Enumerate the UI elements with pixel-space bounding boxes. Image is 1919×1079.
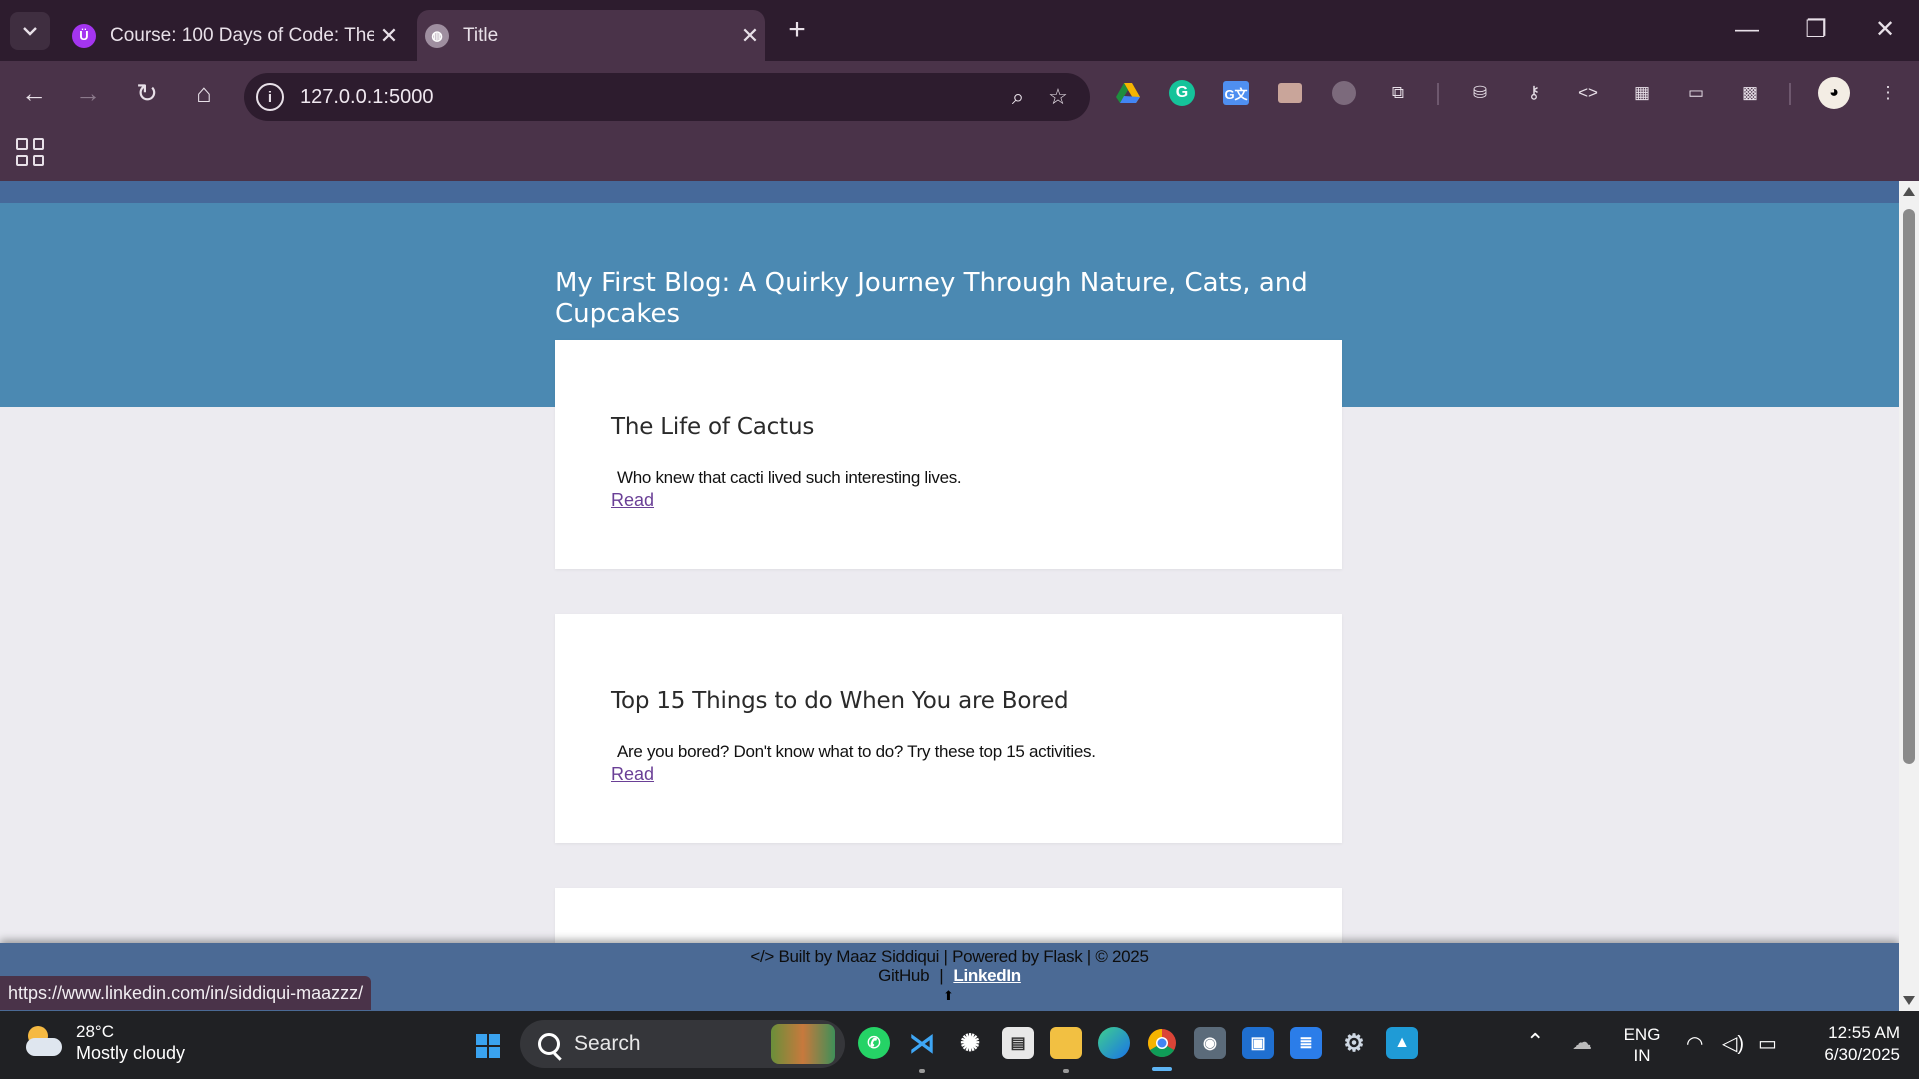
home-icon[interactable]: ⌂ (186, 75, 222, 111)
extension-icon[interactable] (1274, 77, 1306, 109)
mouse-cursor-icon: ⬆ (943, 988, 954, 1003)
bookmarks-bar (0, 125, 1919, 181)
file-explorer-icon[interactable] (1050, 1027, 1082, 1059)
zoom-icon[interactable]: ⌕ (998, 84, 1038, 110)
incognito-icon[interactable]: ⛁ (1464, 77, 1496, 109)
chevron-down-icon (23, 27, 37, 36)
running-indicator (919, 1069, 925, 1073)
linkedin-link[interactable]: LinkedIn (953, 966, 1021, 985)
toolbar-separator (1789, 83, 1791, 105)
scroll-down-arrow-icon[interactable] (1903, 996, 1915, 1005)
extension-icon[interactable] (1328, 77, 1360, 109)
tab-udemy-course[interactable]: Ü Course: 100 Days of Code: The U ✕ (64, 10, 404, 61)
footer-credit: </> Built by Maaz Siddiqui | Powered by … (750, 947, 1149, 966)
url-text[interactable]: 127.0.0.1:5000 (300, 86, 998, 109)
page-viewport: My First Blog: A Quirky Journey Through … (0, 181, 1899, 1011)
chrome-icon[interactable] (1146, 1027, 1178, 1071)
chatgpt-icon[interactable]: ✺ (954, 1027, 986, 1059)
scrollbar-thumb[interactable] (1903, 209, 1915, 764)
back-arrow-icon[interactable]: ← (16, 75, 52, 111)
tab-title-page[interactable]: ◍ Title ✕ (417, 10, 765, 61)
globe-icon: ◍ (425, 23, 449, 48)
grammarly-icon[interactable]: G (1166, 77, 1198, 109)
edge-icon[interactable] (1098, 1027, 1130, 1059)
tab-bar: Ü Course: 100 Days of Code: The U ✕ ◍ Ti… (0, 0, 1919, 61)
weather-widget[interactable]: 28°C Mostly cloudy (24, 1021, 185, 1064)
address-bar[interactable]: i 127.0.0.1:5000 ⌕ ☆ (244, 73, 1090, 121)
puzzle-icon[interactable]: ⧉ (1382, 77, 1414, 109)
close-icon[interactable]: ✕ (374, 23, 404, 49)
new-tab-button[interactable]: + (780, 14, 814, 48)
responsive-icon[interactable]: ▭ (1680, 77, 1712, 109)
screen: Ü Course: 100 Days of Code: The U ✕ ◍ Ti… (0, 0, 1919, 1079)
clock-date: 6/30/2025 (1824, 1045, 1900, 1064)
footer-separator: | (939, 966, 944, 985)
taskbar-search-label: Search (574, 1032, 641, 1055)
close-icon[interactable]: ✕ (735, 23, 765, 49)
site-info-icon[interactable]: i (256, 83, 284, 111)
weather-cloud-icon (24, 1025, 64, 1060)
scroll-up-arrow-icon[interactable] (1903, 187, 1915, 196)
search-icon (538, 1033, 560, 1055)
wifi-icon[interactable]: ◠ (1686, 1031, 1703, 1056)
kebab-menu-icon[interactable]: ⋮ (1872, 77, 1904, 109)
store-icon[interactable]: ▤ (1002, 1027, 1034, 1059)
post-title: The Life of Cactus (611, 414, 815, 440)
battery-icon[interactable]: ▭ (1758, 1031, 1777, 1056)
reload-icon[interactable]: ↻ (129, 75, 165, 111)
close-window-icon[interactable]: ✕ (1860, 10, 1910, 50)
toolbar-separator (1437, 83, 1439, 105)
code-icon[interactable]: <> (1572, 77, 1604, 109)
onedrive-cloud-icon[interactable]: ☁ (1572, 1030, 1592, 1055)
vscode-icon[interactable]: ⋊ (906, 1027, 938, 1059)
tab-title: Title (463, 24, 499, 46)
clock-time: 12:55 AM (1828, 1023, 1900, 1042)
system-clock[interactable]: 12:55 AM 6/30/2025 (1800, 1022, 1900, 1066)
camera-icon[interactable]: ◉ (1194, 1027, 1226, 1059)
notepad-icon[interactable]: ≣ (1290, 1027, 1322, 1059)
post-title: Top 15 Things to do When You are Bored (611, 688, 1069, 714)
qr-icon[interactable]: ▩ (1734, 77, 1766, 109)
volume-icon[interactable]: ◁) (1722, 1031, 1744, 1056)
search-highlight-image (771, 1024, 835, 1064)
taskbar-search[interactable]: Search (520, 1020, 845, 1068)
post-card: The Life of Cactus Who knew that cacti l… (555, 340, 1342, 569)
chevron-up-icon[interactable]: ⌃ (1526, 1029, 1544, 1055)
language-code: ENG (1623, 1025, 1661, 1044)
region-code: IN (1633, 1046, 1651, 1065)
whatsapp-icon[interactable]: ✆ (858, 1027, 890, 1059)
tab-search-button[interactable] (10, 12, 50, 50)
weather-condition: Mostly cloudy (76, 1043, 186, 1063)
windows-start-icon[interactable] (476, 1034, 500, 1058)
link-status-bubble: https://www.linkedin.com/in/siddiqui-maa… (0, 976, 372, 1010)
language-indicator[interactable]: ENG IN (1620, 1024, 1664, 1066)
photos-icon[interactable]: ▲ (1386, 1027, 1418, 1059)
read-link[interactable]: Read (611, 490, 654, 511)
app-icon[interactable]: ▣ (1242, 1027, 1274, 1059)
post-card: Top 15 Things to do When You are Bored A… (555, 614, 1342, 843)
github-link[interactable]: GitHub (878, 966, 929, 985)
blog-title: My First Blog: A Quirky Journey Through … (555, 268, 1308, 329)
minimize-icon[interactable]: — (1722, 10, 1772, 50)
page-scrollbar[interactable] (1899, 181, 1919, 1011)
google-drive-icon[interactable] (1112, 77, 1144, 109)
table-icon[interactable]: ▦ (1626, 77, 1658, 109)
top-nav-strip (0, 181, 1899, 203)
apps-grid-icon[interactable] (16, 138, 44, 166)
post-subtitle: Are you bored? Don't know what to do? Tr… (617, 742, 1096, 761)
read-link[interactable]: Read (611, 764, 654, 785)
udemy-icon: Ü (72, 23, 96, 48)
browser-toolbar: ← → ↻ ⌂ i 127.0.0.1:5000 ⌕ ☆ G G文 ⧉ ⛁ ⚷ … (0, 61, 1919, 125)
tab-title: Course: 100 Days of Code: The U (110, 24, 374, 46)
google-translate-icon[interactable]: G文 (1220, 77, 1252, 109)
weather-temp: 28°C (76, 1022, 114, 1041)
post-subtitle: Who knew that cacti lived such interesti… (617, 468, 962, 487)
restore-icon[interactable]: ❐ (1791, 10, 1841, 50)
bookmark-star-icon[interactable]: ☆ (1038, 84, 1078, 110)
forward-arrow-icon[interactable]: → (70, 75, 106, 111)
password-key-icon[interactable]: ⚷ (1518, 77, 1550, 109)
settings-gear-icon[interactable]: ⚙ (1338, 1027, 1370, 1059)
profile-avatar[interactable]: ◕ (1818, 77, 1850, 109)
running-indicator (1063, 1069, 1069, 1073)
